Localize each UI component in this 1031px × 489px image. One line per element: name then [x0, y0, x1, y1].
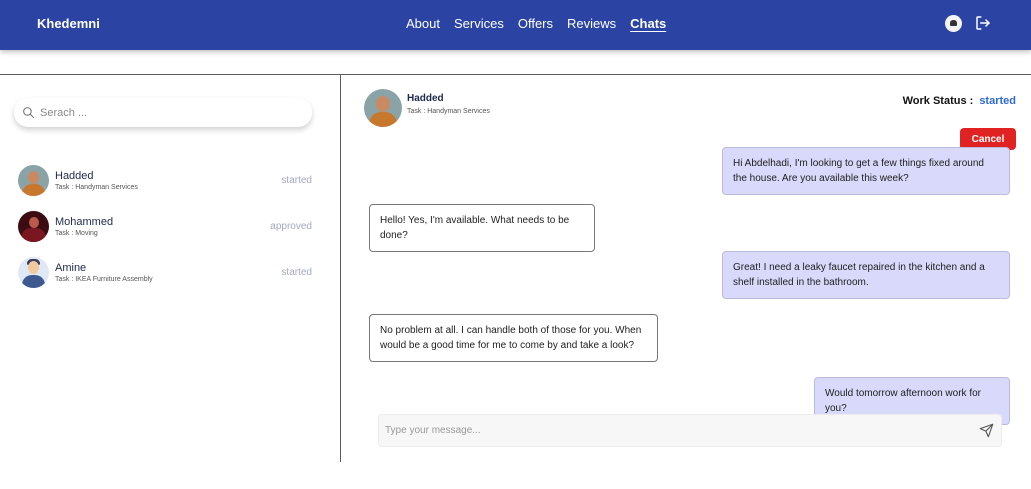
conversation-name: Hadded	[55, 169, 94, 182]
conversation-status: started	[281, 266, 312, 278]
profile-avatar-icon[interactable]	[945, 15, 962, 32]
main-nav: About Services Offers Reviews Chats	[406, 16, 666, 31]
message-outgoing: Hi Abdelhadi, I'm looking to get a few t…	[722, 147, 1010, 195]
conversation-task: Task : IKEA Furniture Assembly	[55, 275, 153, 283]
avatar	[18, 164, 49, 196]
work-status: Work Status : started	[903, 95, 1016, 107]
work-status-label: Work Status :	[902, 95, 974, 107]
conversation-status: approved	[270, 220, 312, 232]
conversation-name: Amine	[55, 261, 87, 274]
message-incoming: Hello! Yes, I'm available. What needs to…	[369, 204, 595, 252]
brand-logo[interactable]: Khedemni	[37, 16, 100, 31]
nav-about[interactable]: About	[406, 16, 440, 31]
conversation-item-hadded[interactable]: Hadded Task : Handyman Services started	[18, 163, 314, 197]
logout-icon[interactable]	[974, 14, 992, 32]
conversation-item-amine[interactable]: Amine Task : IKEA Furniture Assembly sta…	[18, 255, 314, 289]
sidebar-divider	[340, 74, 341, 462]
search-icon	[23, 107, 34, 118]
message-composer	[378, 414, 1002, 447]
nav-offers[interactable]: Offers	[518, 16, 553, 31]
work-status-value: started	[979, 95, 1016, 107]
conversation-task: Task : Handyman Services	[55, 183, 138, 191]
search-box	[14, 98, 312, 127]
chat-contact-name: Hadded	[407, 93, 444, 104]
conversation-status: started	[281, 174, 312, 186]
conversation-item-mohammed[interactable]: Mohammed Task : Moving approved	[18, 209, 314, 243]
message-outgoing: Great! I need a leaky faucet repaired in…	[722, 251, 1010, 299]
message-incoming: No problem at all. I can handle both of …	[369, 314, 658, 362]
nav-chats[interactable]: Chats	[630, 16, 666, 31]
conversation-task: Task : Moving	[55, 229, 98, 237]
top-navbar: Khedemni About Services Offers Reviews C…	[0, 0, 1031, 50]
avatar	[18, 256, 49, 288]
send-icon[interactable]	[979, 423, 994, 438]
chat-avatar	[364, 89, 402, 127]
nav-services[interactable]: Services	[454, 16, 504, 31]
search-input[interactable]	[40, 106, 280, 119]
nav-reviews[interactable]: Reviews	[567, 16, 616, 31]
conversation-name: Mohammed	[55, 215, 114, 228]
content-divider	[0, 74, 1031, 75]
message-input[interactable]	[385, 425, 965, 436]
chat-task: Task : Handyman Services	[407, 108, 490, 115]
avatar	[18, 210, 49, 242]
